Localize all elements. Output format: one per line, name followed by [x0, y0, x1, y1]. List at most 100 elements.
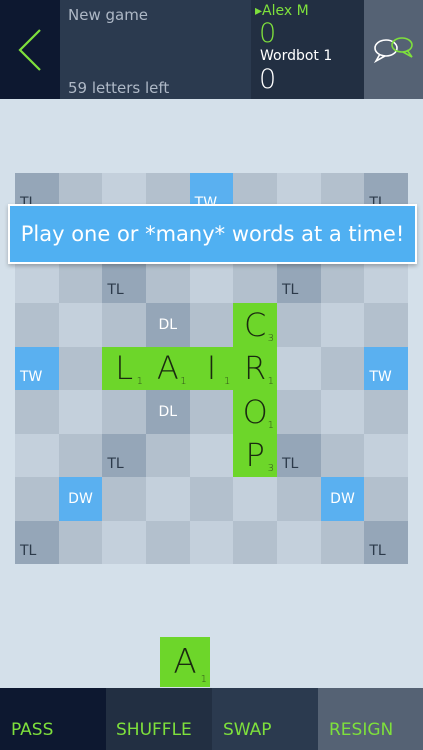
board-cell[interactable] — [233, 520, 277, 564]
board-cell[interactable] — [58, 520, 103, 564]
board-cell[interactable] — [15, 303, 59, 347]
placed-tile[interactable]: P3 — [233, 433, 277, 478]
premium-cell-dw[interactable]: DW — [58, 477, 103, 521]
player1-name: ▸Alex M — [255, 3, 309, 19]
board-cell[interactable] — [102, 477, 146, 521]
board-cell[interactable] — [233, 477, 277, 521]
board-cell[interactable] — [189, 477, 234, 521]
tile-points: 1 — [223, 376, 231, 388]
premium-label: TW — [20, 369, 43, 386]
premium-cell-tl[interactable]: TL — [102, 259, 146, 304]
board-cell[interactable] — [15, 433, 59, 478]
premium-cell-tl[interactable]: TL — [102, 433, 146, 478]
board-cell[interactable] — [364, 303, 408, 347]
board-cell[interactable] — [189, 520, 234, 564]
board-cell[interactable] — [58, 303, 103, 347]
board-cell[interactable] — [277, 303, 321, 347]
placed-tile[interactable]: C3 — [233, 303, 277, 347]
chat-button[interactable] — [364, 0, 423, 99]
board-cell[interactable] — [58, 346, 103, 391]
premium-label: DL — [158, 403, 178, 420]
board-cell[interactable] — [364, 477, 408, 521]
board-cell[interactable] — [15, 259, 59, 304]
board-cell[interactable] — [233, 259, 277, 304]
tile-points: 1 — [136, 376, 143, 388]
tile-points: 1 — [267, 419, 274, 431]
resign-button[interactable]: RESIGN — [318, 688, 423, 750]
placed-tile[interactable]: R1 — [233, 346, 277, 391]
board-cell[interactable] — [320, 303, 365, 347]
premium-cell-tl[interactable]: TL — [15, 520, 59, 564]
tile-points: 3 — [267, 463, 274, 475]
premium-label: TL — [282, 282, 299, 299]
board-cell[interactable] — [320, 520, 365, 564]
board-cell[interactable] — [277, 346, 321, 391]
board-cell[interactable] — [364, 433, 408, 478]
tile-letter: I — [206, 349, 217, 388]
tip-banner[interactable]: Play one or *many* words at a time! — [8, 204, 417, 264]
board-cell[interactable] — [15, 390, 59, 434]
tile-letter: A — [156, 349, 179, 388]
board-cell[interactable] — [320, 346, 365, 391]
premium-cell-tl[interactable]: TL — [364, 520, 408, 564]
player1-score: 0 — [259, 18, 277, 49]
board-cell[interactable] — [189, 390, 234, 434]
board-cell[interactable] — [189, 259, 234, 304]
board-cell[interactable] — [58, 390, 103, 434]
tile-letter: C — [243, 306, 267, 345]
premium-cell-tl[interactable]: TL — [277, 259, 321, 304]
board-cell[interactable] — [102, 520, 146, 564]
board-cell[interactable] — [364, 390, 408, 434]
swap-button[interactable]: SWAP — [212, 688, 318, 750]
board-cell[interactable] — [320, 433, 365, 478]
premium-label: TL — [107, 456, 124, 473]
board-cell[interactable] — [320, 390, 365, 434]
board-cell[interactable] — [58, 433, 103, 478]
placed-tile[interactable]: L1 — [102, 346, 146, 391]
premium-cell-dl[interactable]: DL — [146, 390, 190, 434]
action-bar: PASS SHUFFLE SWAP RESIGN — [0, 688, 423, 750]
placed-tile[interactable]: I1 — [189, 346, 234, 391]
back-button[interactable] — [0, 0, 60, 99]
board-cell[interactable] — [146, 477, 190, 521]
player2-name: Wordbot 1 — [260, 48, 333, 64]
placed-tile[interactable]: O1 — [233, 390, 277, 434]
board-cell[interactable] — [102, 303, 146, 347]
board-cell[interactable] — [146, 433, 190, 478]
board-cell[interactable] — [277, 390, 321, 434]
board-cell[interactable] — [58, 259, 103, 304]
placed-tile[interactable]: A1 — [146, 346, 190, 391]
tile-letter: P — [245, 436, 265, 475]
premium-cell-dw[interactable]: DW — [320, 477, 365, 521]
premium-cell-tl[interactable]: TL — [277, 433, 321, 478]
game-title: New game — [68, 6, 149, 24]
rack-tile[interactable]: A 1 — [160, 637, 210, 687]
tile-letter: O — [242, 392, 268, 431]
board-cell[interactable] — [146, 520, 190, 564]
board-cell[interactable] — [277, 477, 321, 521]
chevron-left-icon — [18, 28, 41, 71]
premium-cell-tw[interactable]: TW — [15, 346, 59, 391]
premium-label: DW — [330, 490, 355, 507]
board-cell[interactable] — [189, 433, 234, 478]
premium-label: TW — [369, 369, 392, 386]
premium-cell-tw[interactable]: TW — [364, 346, 408, 391]
board-cell[interactable] — [102, 390, 146, 434]
board-cell[interactable] — [189, 303, 234, 347]
premium-cell-dl[interactable]: DL — [146, 303, 190, 347]
pass-button[interactable]: PASS — [0, 688, 106, 750]
tile-letter: L — [115, 349, 134, 388]
board-cell[interactable] — [277, 520, 321, 564]
tile-points: 1 — [180, 376, 187, 388]
letters-left-count: 59 letters left — [68, 79, 170, 97]
scoreboard: ▸Alex M 0 Wordbot 1 0 — [251, 0, 364, 99]
board-cell[interactable] — [15, 477, 59, 521]
premium-label: DL — [158, 317, 178, 334]
premium-label: TL — [20, 542, 37, 559]
rack-tile-points: 1 — [200, 674, 207, 685]
shuffle-button[interactable]: SHUFFLE — [106, 688, 212, 750]
board-cell[interactable] — [320, 259, 365, 304]
rack-tile-letter: A — [173, 642, 197, 682]
board-cell[interactable] — [146, 259, 190, 304]
board-cell[interactable] — [364, 259, 408, 304]
